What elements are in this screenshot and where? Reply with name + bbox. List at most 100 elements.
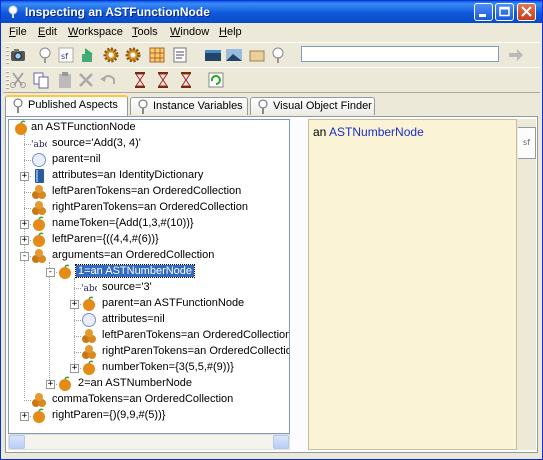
pin-icon [13,98,23,113]
detail-pane[interactable]: an ASTNumberNode [308,119,517,450]
minimize-button[interactable] [474,3,493,21]
scroll-right-button[interactable] [273,435,289,449]
tab-instance-variables[interactable]: Instance Variables [130,97,248,115]
maximize-icon [499,6,510,17]
detail-text: an ASTNumberNode [313,125,424,139]
tree-item-label: rightParen={)(9,9,#(5))} [52,409,166,421]
close-button[interactable] [517,3,536,21]
refresh-icon[interactable] [207,71,225,89]
window-title: Inspecting an ASTFunctionNode [25,5,210,19]
tree-item-label: leftParen={((4,4,#(6))} [52,233,159,245]
nil-icon [82,313,96,327]
tree-item-label: leftParenTokens=an OrderedCollection [102,329,290,341]
expand-toggle[interactable]: + [20,236,29,245]
expand-toggle[interactable]: + [70,300,79,309]
tree-line [24,192,31,193]
edit-toolbar [3,67,540,93]
title-bar[interactable]: Inspecting an ASTFunctionNode [1,1,542,23]
tree-line [24,144,31,145]
tree-item-label: attributes=nil [102,313,165,325]
tree-item-label: leftParenTokens=an OrderedCollection [52,185,242,197]
object-icon [33,232,45,247]
paste-icon[interactable] [56,71,74,89]
tree-line [74,336,81,337]
collapse-toggle[interactable]: - [46,268,55,277]
gear-icon[interactable] [102,46,120,64]
expand-toggle[interactable]: + [20,412,29,421]
tree-item-label: rightParenTokens=an OrderedCollection [102,345,290,357]
pin-icon [138,99,148,114]
pin-icon[interactable] [269,46,287,64]
tree-line [74,352,81,353]
object-icon [59,264,71,279]
expand-toggle[interactable]: + [70,364,79,373]
go-arrow-icon[interactable] [507,46,525,64]
expand-toggle[interactable]: + [20,220,29,229]
tree-item-label: nameToken={Add(1,3,#(10))} [52,217,194,229]
hourglass-debug-icon[interactable] [177,71,195,89]
tab-published-aspects[interactable]: Published Aspects [5,95,128,116]
menu-help[interactable]: Help [219,26,242,38]
gear-settings-icon[interactable] [124,46,142,64]
tree-horizontal-scrollbar[interactable] [8,434,290,450]
object-icon [59,376,71,391]
copy-icon[interactable] [32,71,50,89]
main-toolbar: sf [3,42,540,68]
side-tab-sf[interactable]: sf [518,127,536,159]
pin-icon [258,99,268,114]
class-name-link[interactable]: ASTNumberNode [329,125,424,139]
expand-toggle[interactable]: + [20,172,29,181]
inspector-window: Inspecting an ASTFunctionNode File Edit … [0,0,543,460]
object-icon [15,120,27,135]
tree-line [24,160,31,161]
document-icon[interactable] [171,46,189,64]
browse-icon[interactable] [79,46,97,64]
inspect-icon[interactable] [36,46,54,64]
menu-file[interactable]: File [9,26,27,38]
hourglass-run-icon[interactable] [154,71,172,89]
menu-window[interactable]: Window [170,26,209,38]
svg-text:'abc': 'abc' [81,284,97,294]
svg-text:'abc': 'abc' [31,140,47,150]
cut-icon[interactable] [9,71,27,89]
hourglass-icon[interactable] [131,71,149,89]
tree-item-label: parent=an ASTFunctionNode [102,297,245,309]
delete-icon[interactable] [77,71,95,89]
close-icon [521,6,532,17]
collection-icon [32,249,46,263]
minimize-icon [479,14,486,17]
tree-item-label: 1=an ASTNumberNode [74,264,196,278]
grid-icon[interactable] [148,46,166,64]
image-icon[interactable] [225,46,243,64]
collection-icon [82,329,96,343]
selfish-icon[interactable]: sf [57,46,75,64]
undo-icon[interactable] [99,71,117,89]
package-icon[interactable] [248,46,266,64]
command-input[interactable] [301,46,499,62]
scroll-left-button[interactable] [9,435,25,449]
tab-visual-object-finder[interactable]: Visual Object Finder [250,97,375,115]
aspect-tree[interactable]: an ASTFunctionNode 'abc'source='Add(3, 4… [8,119,290,434]
maximize-button[interactable] [495,3,514,21]
collection-icon [32,393,46,407]
tree-line [24,400,31,401]
tree-item-label: source='Add(3, 4)' [52,137,141,149]
object-icon [33,408,45,423]
aspect-tabs: Published Aspects Instance Variables Vis… [5,95,540,116]
collection-icon [82,345,96,359]
menu-workspace[interactable]: Workspace [68,26,123,38]
menu-tools[interactable]: Tools [132,26,158,38]
tree-item-label: arguments=an OrderedCollection [52,249,215,261]
tree-item-label: parent=nil [52,153,101,165]
menu-edit[interactable]: Edit [38,26,57,38]
camera-icon[interactable] [9,46,27,64]
window-icon[interactable] [204,46,222,64]
detail-side-tabs: sf [517,119,536,450]
collapse-toggle[interactable]: - [20,252,29,261]
string-icon: 'abc' [81,284,97,294]
object-icon [83,360,95,375]
expand-toggle[interactable]: + [46,380,55,389]
collection-icon [32,201,46,215]
tree-line [24,208,31,209]
tree-line [74,288,81,289]
